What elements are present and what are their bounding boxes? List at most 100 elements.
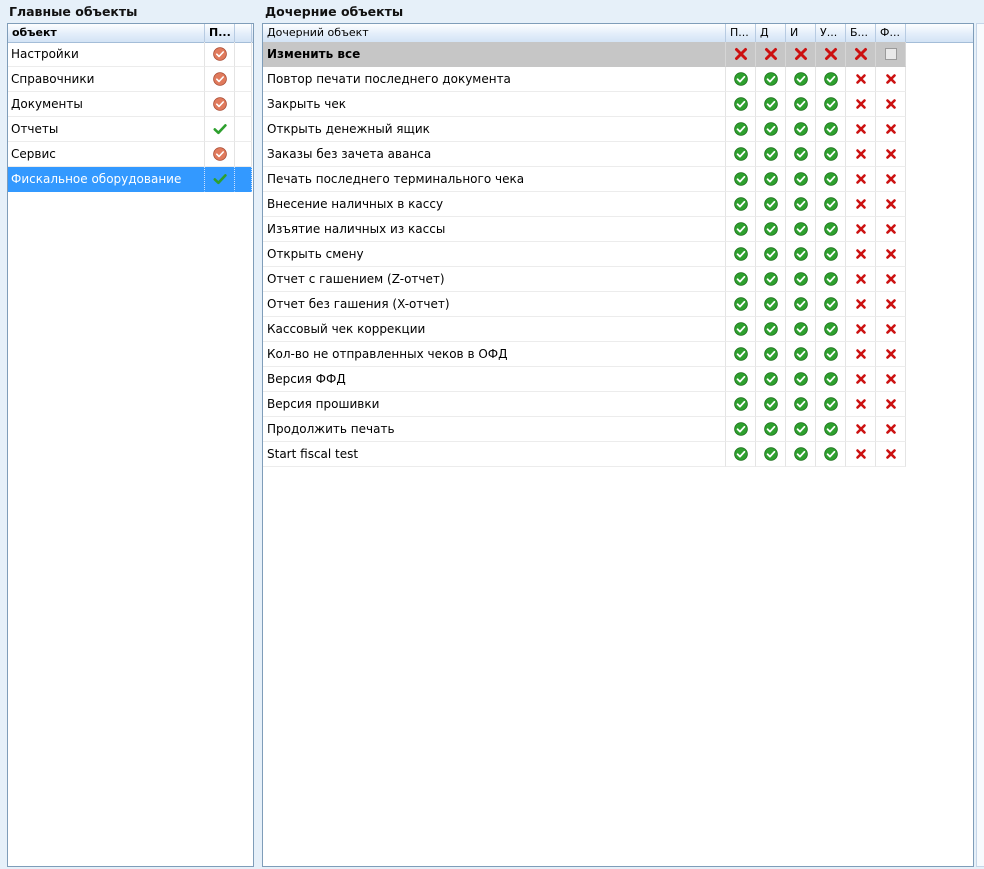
permission-cell-5[interactable]: [876, 442, 906, 467]
main-objects-grid[interactable]: объект П... Настройки Справочники Документ…: [7, 23, 254, 867]
permission-cell-4[interactable]: [846, 442, 876, 467]
col-header-child-object[interactable]: Дочерний объект: [263, 24, 726, 42]
main-object-permission-cell[interactable]: [205, 42, 235, 67]
permission-cell-2[interactable]: [786, 392, 816, 417]
permission-cell-1[interactable]: [756, 392, 786, 417]
main-object-row[interactable]: Отчеты: [8, 117, 252, 142]
permission-cell-4[interactable]: [846, 317, 876, 342]
permission-cell-2[interactable]: [786, 42, 816, 67]
permission-cell-3[interactable]: [816, 442, 846, 467]
col-header-permission[interactable]: П...: [205, 24, 235, 42]
permission-cell-1[interactable]: [756, 142, 786, 167]
permission-cell-3[interactable]: [816, 167, 846, 192]
permission-cell-0[interactable]: [726, 167, 756, 192]
permission-cell-4[interactable]: [846, 392, 876, 417]
permission-cell-2[interactable]: [786, 292, 816, 317]
permission-cell-2[interactable]: [786, 142, 816, 167]
permission-cell-3[interactable]: [816, 117, 846, 142]
permission-cell-3[interactable]: [816, 217, 846, 242]
permission-cell-4[interactable]: [846, 142, 876, 167]
permission-cell-3[interactable]: [816, 292, 846, 317]
main-object-row[interactable]: Фискальное оборудование: [8, 167, 252, 192]
permission-cell-4[interactable]: [846, 167, 876, 192]
permission-cell-5[interactable]: [876, 242, 906, 267]
permission-cell-5[interactable]: [876, 267, 906, 292]
permission-cell-5[interactable]: [876, 342, 906, 367]
permission-cell-1[interactable]: [756, 292, 786, 317]
permission-cell-1[interactable]: [756, 317, 786, 342]
permission-cell-4[interactable]: [846, 217, 876, 242]
permission-cell-0[interactable]: [726, 42, 756, 67]
permission-cell-3[interactable]: [816, 67, 846, 92]
main-object-row[interactable]: Сервис: [8, 142, 252, 167]
permission-cell-2[interactable]: [786, 417, 816, 442]
permission-cell-4[interactable]: [846, 292, 876, 317]
child-object-row[interactable]: Печать последнего терминального чека: [263, 167, 906, 192]
permission-cell-1[interactable]: [756, 267, 786, 292]
permission-cell-4[interactable]: [846, 42, 876, 67]
permission-cell-2[interactable]: [786, 367, 816, 392]
child-object-row[interactable]: Повтор печати последнего документа: [263, 67, 906, 92]
permission-cell-4[interactable]: [846, 242, 876, 267]
col-header-perm-2[interactable]: И: [786, 24, 816, 42]
permission-cell-3[interactable]: [816, 142, 846, 167]
permission-cell-0[interactable]: [726, 142, 756, 167]
permission-cell-1[interactable]: [756, 217, 786, 242]
main-object-permission-cell[interactable]: [205, 92, 235, 117]
permission-cell-2[interactable]: [786, 342, 816, 367]
permission-cell-0[interactable]: [726, 217, 756, 242]
permission-cell-4[interactable]: [846, 367, 876, 392]
permission-cell-4[interactable]: [846, 92, 876, 117]
permission-cell-0[interactable]: [726, 267, 756, 292]
permission-cell-1[interactable]: [756, 42, 786, 67]
permission-cell-1[interactable]: [756, 242, 786, 267]
empty-checkbox[interactable]: [884, 48, 897, 60]
permission-cell-4[interactable]: [846, 267, 876, 292]
permission-cell-5[interactable]: [876, 92, 906, 117]
permission-cell-2[interactable]: [786, 242, 816, 267]
child-objects-grid[interactable]: Дочерний объект П... Д И У... Б... Ф... Измен…: [262, 23, 974, 867]
permission-cell-5[interactable]: [876, 167, 906, 192]
main-object-permission-cell[interactable]: [205, 67, 235, 92]
permission-cell-5[interactable]: [876, 117, 906, 142]
permission-cell-4[interactable]: [846, 417, 876, 442]
main-object-permission-cell[interactable]: [205, 167, 235, 192]
main-object-row[interactable]: Документы: [8, 92, 252, 117]
permission-cell-2[interactable]: [786, 442, 816, 467]
child-object-row[interactable]: Версия ФФД: [263, 367, 906, 392]
permission-cell-5[interactable]: [876, 317, 906, 342]
permission-cell-4[interactable]: [846, 67, 876, 92]
main-object-row[interactable]: Настройки: [8, 42, 252, 67]
permission-cell-0[interactable]: [726, 117, 756, 142]
col-header-perm-3[interactable]: У...: [816, 24, 846, 42]
main-object-permission-cell[interactable]: [205, 142, 235, 167]
permission-cell-5[interactable]: [876, 292, 906, 317]
permission-cell-1[interactable]: [756, 167, 786, 192]
col-header-perm-5[interactable]: Ф...: [876, 24, 906, 42]
permission-cell-5[interactable]: [876, 42, 906, 67]
main-object-row[interactable]: Справочники: [8, 67, 252, 92]
permission-cell-1[interactable]: [756, 92, 786, 117]
permission-cell-0[interactable]: [726, 342, 756, 367]
permission-cell-0[interactable]: [726, 442, 756, 467]
main-object-permission-cell[interactable]: [205, 117, 235, 142]
child-object-row[interactable]: Отчет без гашения (X-отчет): [263, 292, 906, 317]
permission-cell-0[interactable]: [726, 417, 756, 442]
permission-cell-1[interactable]: [756, 367, 786, 392]
child-object-row[interactable]: Открыть смену: [263, 242, 906, 267]
permission-cell-4[interactable]: [846, 117, 876, 142]
col-header-perm-0[interactable]: П...: [726, 24, 756, 42]
permission-cell-2[interactable]: [786, 67, 816, 92]
permission-cell-3[interactable]: [816, 92, 846, 117]
permission-cell-0[interactable]: [726, 367, 756, 392]
permission-cell-3[interactable]: [816, 42, 846, 67]
child-object-row[interactable]: Открыть денежный ящик: [263, 117, 906, 142]
permission-cell-1[interactable]: [756, 67, 786, 92]
change-all-row[interactable]: Изменить все: [263, 42, 906, 67]
permission-cell-0[interactable]: [726, 242, 756, 267]
permission-cell-5[interactable]: [876, 67, 906, 92]
permission-cell-0[interactable]: [726, 67, 756, 92]
permission-cell-0[interactable]: [726, 192, 756, 217]
col-header-perm-1[interactable]: Д: [756, 24, 786, 42]
permission-cell-5[interactable]: [876, 367, 906, 392]
